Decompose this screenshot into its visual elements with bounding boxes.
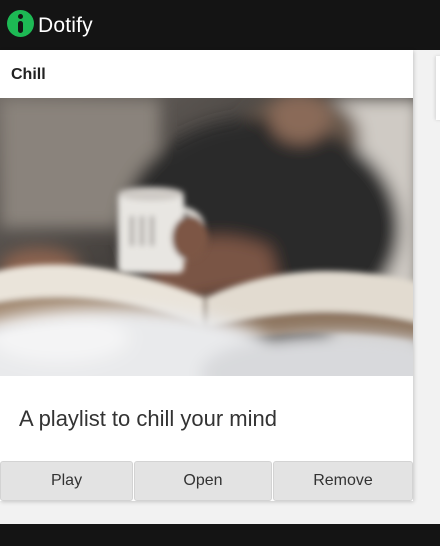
top-navbar: Dotify	[0, 0, 440, 50]
card-title: Chill	[11, 66, 46, 83]
card-description: A playlist to chill your mind	[19, 406, 277, 431]
card-actions: Play Open Remove	[0, 461, 413, 501]
playlist-card: Chill A playlist to chill your mind Play…	[0, 50, 413, 501]
remove-button[interactable]: Remove	[273, 461, 413, 501]
open-button[interactable]: Open	[134, 461, 272, 501]
play-button[interactable]: Play	[0, 461, 133, 501]
dotify-logo-icon[interactable]	[7, 10, 34, 37]
playlist-cover-image	[0, 98, 413, 376]
bottom-bar	[0, 524, 440, 546]
next-card-peek	[436, 56, 440, 120]
brand-name[interactable]: Dotify	[38, 14, 93, 38]
